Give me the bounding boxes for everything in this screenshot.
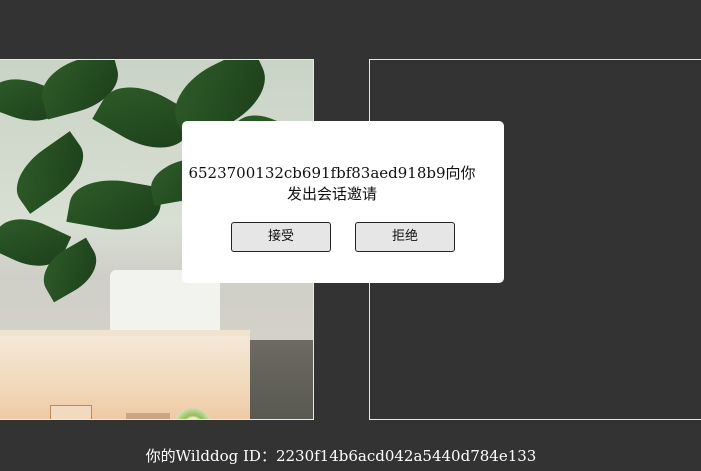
tissue-box-print bbox=[126, 413, 170, 419]
wilddog-id-label: 你的Wilddog ID：2230f14b6acd042a5440d784e13… bbox=[145, 447, 537, 465]
tissue-box bbox=[0, 330, 250, 419]
background-shelf bbox=[245, 340, 313, 419]
reject-button[interactable]: 拒绝 bbox=[355, 222, 455, 252]
tissue-box-logo bbox=[50, 405, 92, 419]
accept-button[interactable]: 接受 bbox=[231, 222, 331, 252]
invitation-message: 6523700132cb691fbf83aed918b9向你发出会话邀请 bbox=[188, 164, 476, 203]
invitation-dialog: 6523700132cb691fbf83aed918b9向你发出会话邀请 接受 … bbox=[182, 121, 504, 283]
